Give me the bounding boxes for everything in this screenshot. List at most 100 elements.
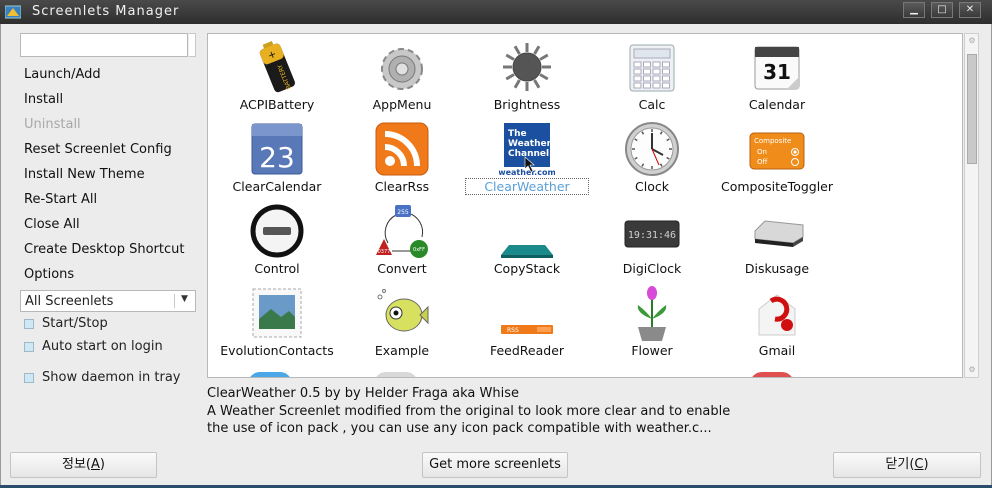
about-button[interactable]: 정보(A) <box>10 452 157 478</box>
screenlet-label: Control <box>254 261 300 276</box>
get-more-screenlets-button[interactable]: Get more screenlets <box>422 452 568 478</box>
svg-text:weather.com: weather.com <box>499 168 555 177</box>
screenlet-item-clock[interactable]: Clock <box>590 117 714 199</box>
screenlet-label: CopyStack <box>493 261 561 276</box>
screenlet-item-calendar[interactable]: 31 Calendar <box>715 35 839 117</box>
sidebar-action-install-new-theme[interactable]: Install New Theme <box>24 167 145 182</box>
screenlet-label: AppMenu <box>372 97 432 112</box>
chevron-down-icon[interactable]: ▼ <box>181 294 188 304</box>
sidebar-action-uninstall: Uninstall <box>24 117 81 132</box>
convert-icon: 255 0377 0xFF <box>374 203 430 259</box>
screenlet-item-appmenu[interactable]: AppMenu <box>340 35 464 117</box>
screenlet-label: Clock <box>635 179 669 194</box>
maximize-button[interactable]: □ <box>931 2 953 18</box>
svg-text:Weather: Weather <box>508 139 552 149</box>
screenlet-item-convert[interactable]: 255 0377 0xFF Convert <box>340 199 464 281</box>
sidebar-action-re-start-all[interactable]: Re-Start All <box>24 192 97 207</box>
screenlet-item-partial[interactable] <box>750 372 794 377</box>
screenlet-item-example[interactable]: Example <box>340 281 464 363</box>
checkbox-label[interactable]: Auto start on login <box>42 339 163 354</box>
flower-icon <box>624 285 680 341</box>
clear-calendar-icon: 23 <box>249 121 305 177</box>
screenlet-item-evolutioncontacts[interactable]: EvolutionContacts <box>215 281 339 363</box>
vertical-scrollbar[interactable]: ⚙ ⚙ <box>964 33 979 378</box>
checkbox-show-daemon-in-tray[interactable] <box>24 373 34 383</box>
window-title: Screenlets Manager <box>32 4 180 19</box>
checkbox-auto-start-on-login[interactable] <box>24 342 34 352</box>
svg-text:RSS: RSS <box>507 327 519 334</box>
rss-icon <box>374 121 430 177</box>
svg-text:23: 23 <box>259 141 295 174</box>
screenlet-item-feedreader[interactable]: RSS FeedReader <box>465 281 589 363</box>
screenlet-label: FeedReader <box>489 343 565 358</box>
scroll-up-arrow[interactable]: ⚙ <box>967 36 977 46</box>
checkbox-label[interactable]: Start/Stop <box>42 316 108 331</box>
weather-channel-icon: The Weather Channel weather.com <box>498 121 556 177</box>
screenlet-item-diskusage[interactable]: Diskusage <box>715 199 839 281</box>
description-title: ClearWeather 0.5 by by Helder Fraga aka … <box>207 386 519 401</box>
screenlet-label: DigiClock <box>622 261 682 276</box>
screenlet-item-gmail[interactable]: Gmail <box>715 281 839 363</box>
svg-text:19:31:46: 19:31:46 <box>628 230 676 241</box>
screenlet-label: ClearCalendar <box>232 179 322 194</box>
sidebar-action-close-all[interactable]: Close All <box>24 217 80 232</box>
control-icon <box>249 203 305 259</box>
svg-text:0377: 0377 <box>378 249 391 255</box>
screenlet-label: CompositeToggler <box>720 179 834 194</box>
screenlet-filter-select[interactable]: All Screenlets ▼ <box>20 290 196 312</box>
screenlet-label: Convert <box>377 261 427 276</box>
scroll-down-arrow[interactable]: ⚙ <box>967 365 977 375</box>
screenlet-label: Gmail <box>758 343 796 358</box>
screenlet-item-flower[interactable]: Flower <box>590 281 714 363</box>
screenlet-item-clearrss[interactable]: ClearRss <box>340 117 464 199</box>
scrollbar-thumb[interactable] <box>967 54 977 164</box>
screenlets-app-icon <box>5 5 21 19</box>
screenlet-label: Example <box>374 343 430 358</box>
svg-text:0xFF: 0xFF <box>413 247 425 253</box>
checkbox-label[interactable]: Show daemon in tray <box>42 370 181 385</box>
screenlet-item-partial[interactable] <box>374 372 418 377</box>
screenlet-label: EvolutionContacts <box>220 343 334 358</box>
description-line: A Weather Screenlet modified from the or… <box>207 404 731 419</box>
screenlet-item-acpibattery[interactable]: + BATTERY ACPIBattery <box>215 35 339 117</box>
svg-text:31: 31 <box>763 60 791 84</box>
screenlet-label: Calendar <box>748 97 806 112</box>
description-line: the use of icon pack , you can use any i… <box>207 421 712 436</box>
minimize-button[interactable]: ▁ <box>903 2 925 18</box>
checkbox-start-stop[interactable] <box>24 319 34 329</box>
sidebar-action-launch-add[interactable]: Launch/Add <box>24 67 101 82</box>
screenlet-item-compositetoggler[interactable]: Composite On Off CompositeToggler <box>715 117 839 199</box>
screenlet-item-digiclock[interactable]: 19:31:46 DigiClock <box>590 199 714 281</box>
battery-icon: + BATTERY <box>249 39 305 95</box>
screenlet-label: Diskusage <box>744 261 810 276</box>
brightness-icon <box>499 39 555 95</box>
calculator-icon <box>624 39 680 95</box>
copystack-icon <box>499 203 555 259</box>
screenlet-item-clearcalendar[interactable]: 23 ClearCalendar <box>215 117 339 199</box>
sidebar-action-create-desktop-shortcut[interactable]: Create Desktop Shortcut <box>24 242 184 257</box>
app-menu-gear-icon <box>374 39 430 95</box>
search-input-edge <box>189 33 196 57</box>
sidebar-action-reset-screenlet-config[interactable]: Reset Screenlet Config <box>24 142 172 157</box>
title-bar: Screenlets Manager ▁ □ ✕ <box>0 0 992 24</box>
screenlet-label: Calc <box>638 97 666 112</box>
search-input[interactable] <box>20 33 188 57</box>
screenlet-item-copystack[interactable]: CopyStack <box>465 199 589 281</box>
sidebar-action-options[interactable]: Options <box>24 267 74 282</box>
disk-usage-icon <box>749 203 805 259</box>
screenlet-label: Flower <box>631 343 673 358</box>
screenlet-item-clearweather[interactable]: The Weather Channel weather.com ClearWeather <box>465 117 589 199</box>
combo-separator <box>174 294 175 308</box>
sidebar-action-install[interactable]: Install <box>24 92 63 107</box>
screenlet-item-brightness[interactable]: Brightness <box>465 35 589 117</box>
screenlet-item-control[interactable]: Control <box>215 199 339 281</box>
close-button[interactable]: 닫기(C) <box>833 452 981 478</box>
screenlet-label: Brightness <box>493 97 561 112</box>
digital-clock-icon: 19:31:46 <box>624 203 680 259</box>
fish-example-icon <box>374 285 430 341</box>
screenlet-item-partial[interactable] <box>248 372 292 377</box>
screenlet-item-calc[interactable]: Calc <box>590 35 714 117</box>
screenlet-grid[interactable]: + BATTERY ACPIBattery AppMenu Brightness Calc… <box>207 33 963 378</box>
svg-text:Composite: Composite <box>754 137 791 145</box>
close-window-button[interactable]: ✕ <box>959 2 981 18</box>
